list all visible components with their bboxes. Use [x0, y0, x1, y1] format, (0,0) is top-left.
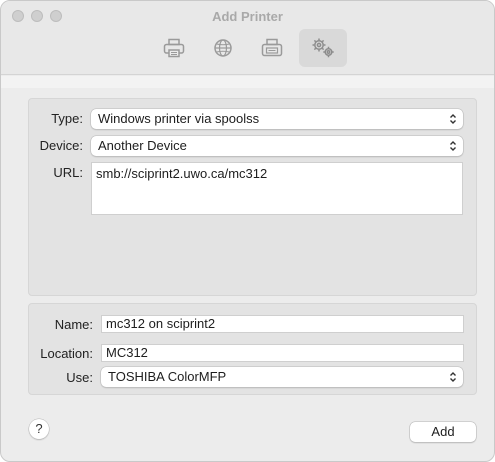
- connection-panel: Type: Windows printer via spoolss Device…: [28, 98, 477, 296]
- chevron-up-down-icon: [450, 114, 456, 124]
- location-label: Location:: [40, 346, 93, 361]
- printer-icon: [163, 38, 185, 58]
- toolbar-ip-button[interactable]: [199, 29, 247, 67]
- add-printer-window: Add Printer Type: Windows printer via sp…: [0, 0, 495, 462]
- use-driver-popup[interactable]: TOSHIBA ColorMFP: [101, 367, 463, 387]
- use-label: Use:: [66, 370, 93, 385]
- name-label: Name:: [54, 317, 93, 332]
- title-bar: Add Printer: [1, 1, 494, 75]
- type-value: Windows printer via spoolss: [98, 111, 260, 126]
- url-label: URL:: [53, 165, 83, 180]
- globe-icon: [214, 39, 232, 57]
- content-separator: [1, 76, 494, 88]
- window-title: Add Printer: [212, 9, 283, 24]
- gears-icon: [312, 38, 334, 58]
- type-label: Type:: [51, 111, 83, 126]
- add-button[interactable]: Add: [410, 422, 476, 442]
- device-value: Another Device: [98, 138, 187, 153]
- device-label: Device:: [39, 138, 83, 153]
- location-field[interactable]: MC312: [101, 344, 464, 362]
- printer-details-panel: Name: mc312 on sciprint2 Location: MC312…: [28, 303, 477, 395]
- use-value: TOSHIBA ColorMFP: [108, 369, 227, 384]
- chevron-up-down-icon: [450, 141, 456, 151]
- toolbar-windows-button[interactable]: [248, 29, 296, 67]
- device-popup[interactable]: Another Device: [91, 136, 463, 156]
- name-field[interactable]: mc312 on sciprint2: [101, 315, 464, 333]
- type-popup[interactable]: Windows printer via spoolss: [91, 109, 463, 129]
- toolbar-advanced-button[interactable]: [299, 29, 347, 67]
- fax-printer-icon: [261, 38, 283, 57]
- chevron-up-down-icon: [450, 372, 456, 382]
- url-field[interactable]: smb://sciprint2.uwo.ca/mc312: [91, 162, 463, 215]
- help-button[interactable]: ?: [29, 419, 49, 439]
- toolbar-default-button[interactable]: [150, 29, 198, 67]
